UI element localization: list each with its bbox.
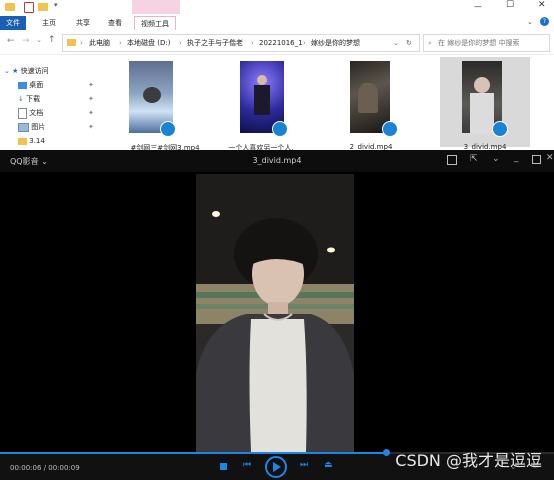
pin-icon[interactable]: ⇱ [470, 154, 478, 164]
folder-icon [5, 3, 15, 11]
tab-share[interactable]: 共享 [70, 16, 96, 30]
close-button[interactable]: ✕ [546, 153, 554, 163]
nav-item-label: 下载 [26, 95, 41, 103]
pin-icon[interactable]: ✦ [88, 121, 94, 134]
nav-desktop[interactable]: 桌面 ✦ [18, 79, 94, 92]
explorer-titlebar: ▾ 播放 — ☐ ✕ [0, 0, 554, 16]
nav-documents[interactable]: 文档 ✦ [18, 107, 94, 120]
help-icon[interactable]: ? [540, 17, 549, 26]
folder-icon [18, 137, 27, 145]
search-input[interactable]: 在 嫁纱是你的梦想 中搜索 [438, 35, 519, 51]
video-frame[interactable] [196, 174, 354, 452]
up-icon[interactable]: ↑ [48, 35, 56, 45]
download-icon: ↓ [18, 95, 24, 103]
pin-icon[interactable]: ✦ [88, 107, 94, 120]
chevron-right-icon: › [80, 39, 83, 47]
new-folder-icon[interactable] [38, 3, 48, 11]
maximize-button[interactable]: ☐ [506, 0, 514, 10]
file-item-selected[interactable]: 3_divid.mp4 [440, 57, 530, 151]
chevron-down-icon: ⌄ [4, 67, 10, 75]
breadcrumb-folder-1[interactable]: 执子之手与子偕老 [187, 35, 243, 51]
chevron-right-icon: › [119, 39, 122, 47]
nav-item-label: 3.14 [29, 137, 45, 145]
chevron-down-icon[interactable]: ⌄ [393, 35, 399, 51]
refresh-icon[interactable]: ↻ [406, 35, 412, 51]
watermark: CSDN @我才是逗逗 [395, 451, 542, 470]
file-item[interactable]: 2_divid.mp4 [328, 61, 414, 151]
breadcrumb-this-pc[interactable]: 此电脑 [89, 35, 110, 51]
qq-player-badge-icon [272, 121, 288, 137]
star-icon: ★ [12, 67, 19, 75]
nav-item-label: 快速访问 [20, 67, 49, 75]
chevron-right-icon: › [251, 39, 254, 47]
folder-icon [67, 39, 76, 46]
qq-player-window: QQ影音 ⌄ 3_divid.mp4 ⇱ ⌄ _ ✕ 00:00:06 / 00… [0, 150, 554, 480]
video-frame-image [196, 174, 354, 452]
nav-item-label: 文档 [29, 109, 44, 117]
qq-player-badge-icon [382, 121, 398, 137]
nav-downloads[interactable]: ↓ 下载 ✦ [18, 93, 94, 106]
pin-icon[interactable]: ✦ [88, 79, 94, 92]
search-box[interactable]: ⌕ 在 嫁纱是你的梦想 中搜索 [423, 34, 550, 52]
stop-button[interactable] [220, 463, 227, 470]
navigation-pane: ⌄ ★ 快速访问 桌面 ✦ ↓ 下载 ✦ 文档 ✦ 图片 ✦ 3.14 [0, 55, 100, 150]
nav-pictures[interactable]: 图片 ✦ [18, 121, 94, 134]
desktop-icon [18, 81, 27, 89]
ribbon-expand-icon[interactable]: ⌄ [527, 18, 533, 26]
close-button[interactable]: ✕ [538, 0, 546, 10]
tab-video-tools[interactable]: 视频工具 [134, 16, 176, 30]
progress-fill [0, 452, 388, 454]
play-button[interactable] [265, 456, 287, 478]
back-icon[interactable]: ← [7, 36, 15, 46]
chevron-right-icon: › [303, 39, 306, 47]
minimize-button[interactable]: _ [514, 153, 519, 163]
minimize-button[interactable]: — [474, 2, 482, 11]
nav-quick-access[interactable]: ⌄ ★ 快速访问 [4, 65, 49, 78]
ribbon-group-tab: 播放 [132, 0, 180, 14]
dropdown-icon[interactable]: ⌄ [492, 154, 500, 164]
address-bar-row: ← → ⌄ ↑ › 此电脑 › 本地磁盘 (D:) › 执子之手与子偕老 › 2… [0, 30, 554, 55]
previous-button[interactable]: ⏮ [243, 460, 251, 470]
breadcrumb-drive[interactable]: 本地磁盘 (D:) [127, 35, 170, 51]
screenshot-icon[interactable] [447, 155, 457, 165]
nav-item-label: 桌面 [29, 81, 44, 89]
qq-player-badge-icon [160, 121, 176, 137]
next-button[interactable]: ⏭ [300, 460, 308, 470]
time-display: 00:00:06 / 00:00:09 [10, 464, 80, 472]
address-box[interactable]: › 此电脑 › 本地磁盘 (D:) › 执子之手与子偕老 › 20221016_… [62, 34, 420, 52]
document-icon [18, 107, 27, 119]
pictures-icon [18, 122, 29, 132]
search-icon: ⌕ [428, 39, 432, 47]
player-titlebar: QQ影音 ⌄ 3_divid.mp4 ⇱ ⌄ _ ✕ [0, 150, 554, 172]
forward-icon[interactable]: → [22, 36, 30, 46]
recent-dropdown-icon[interactable]: ⌄ [36, 36, 42, 44]
chevron-right-icon: › [179, 39, 182, 47]
nav-folder-314[interactable]: 3.14 [18, 135, 45, 148]
nav-item-label: 图片 [31, 123, 46, 131]
maximize-button[interactable] [532, 155, 541, 164]
ribbon-tabs: 文件 主页 共享 查看 视频工具 ⌄ ? [0, 16, 554, 31]
file-item[interactable]: #剑网三#剑网3.mp4 [122, 61, 208, 152]
qq-player-badge-icon [492, 121, 508, 137]
tab-view[interactable]: 查看 [102, 16, 128, 30]
open-file-button[interactable]: ⏏ [324, 460, 333, 470]
file-list: #剑网三#剑网3.mp4 一个人喜欢另一个人, 2_divid.mp4 3_di… [100, 55, 554, 152]
breadcrumb-folder-2[interactable]: 20221016_1 [259, 35, 303, 51]
checkbox-icon[interactable] [24, 2, 34, 13]
play-icon [273, 462, 281, 472]
quick-access-dropdown-icon[interactable]: ▾ [54, 1, 58, 9]
tab-home[interactable]: 主页 [36, 16, 62, 30]
pin-icon[interactable]: ✦ [88, 93, 94, 106]
progress-handle[interactable] [383, 449, 390, 456]
breadcrumb-current[interactable]: 嫁纱是你的梦想 [311, 35, 360, 51]
tab-file[interactable]: 文件 [0, 16, 26, 30]
file-item[interactable]: 一个人喜欢另一个人, [218, 61, 304, 152]
